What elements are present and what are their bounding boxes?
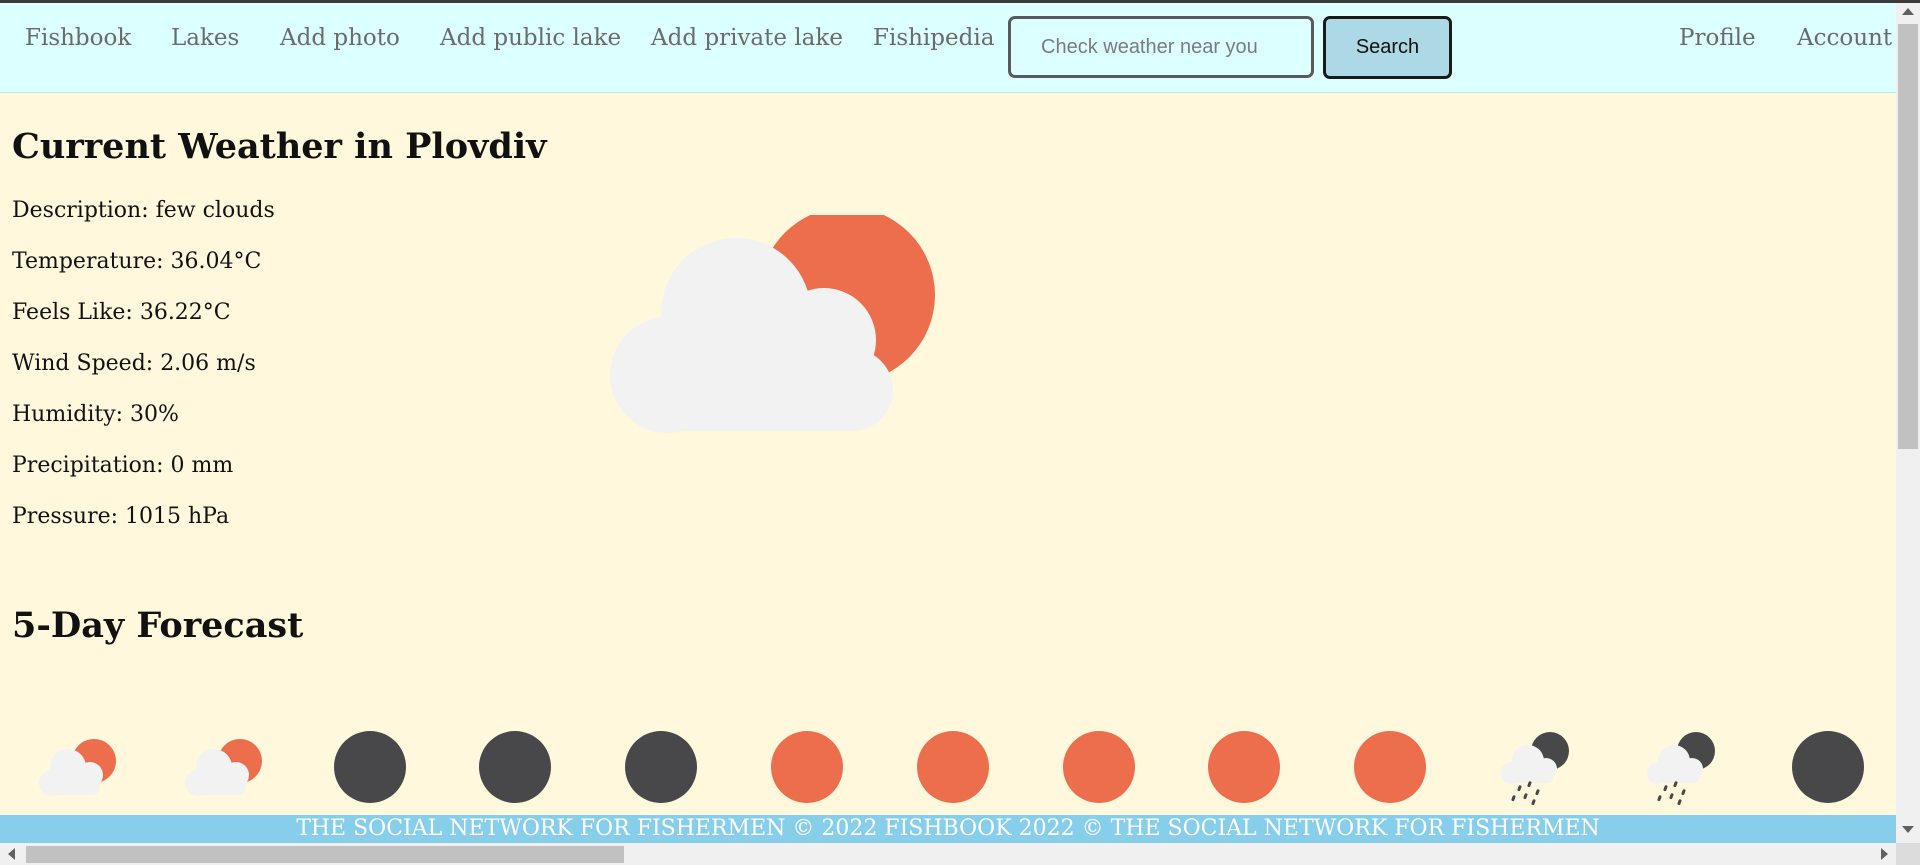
weather-search-input[interactable] xyxy=(1008,16,1314,78)
search-button[interactable]: Search xyxy=(1323,16,1452,79)
clear-day-icon xyxy=(771,731,843,803)
clear-day-icon xyxy=(1063,731,1135,803)
nav-link-fishbook[interactable]: Fishbook xyxy=(25,25,131,51)
clear-day-icon xyxy=(1208,731,1280,803)
weather-precipitation: Precipitation: 0 mm xyxy=(12,453,234,478)
weather-pressure: Pressure: 1015 hPa xyxy=(12,504,230,529)
nav-link-fishipedia[interactable]: Fishipedia xyxy=(873,25,994,51)
few-clouds-day-icon xyxy=(610,215,935,433)
clear-night-icon xyxy=(1792,731,1864,803)
few-clouds-day-icon xyxy=(185,739,262,796)
nav-link-add-private-lake[interactable]: Add private lake xyxy=(651,25,843,51)
clear-day-icon xyxy=(917,731,989,803)
weather-description: Description: few clouds xyxy=(12,198,275,223)
nav-link-lakes[interactable]: Lakes xyxy=(171,25,239,51)
weather-temperature: Temperature: 36.04°C xyxy=(12,249,262,274)
scroll-down-arrow-icon[interactable] xyxy=(1902,826,1914,833)
vertical-scroll-thumb[interactable] xyxy=(1898,24,1918,449)
scrollbar-corner xyxy=(1896,843,1920,865)
scroll-left-arrow-icon[interactable] xyxy=(8,848,15,860)
scroll-right-arrow-icon[interactable] xyxy=(1881,848,1888,860)
clear-night-icon xyxy=(334,731,406,803)
clear-night-icon xyxy=(625,731,697,803)
scroll-up-arrow-icon[interactable] xyxy=(1902,8,1914,15)
rain-night-icon xyxy=(1647,732,1715,806)
few-clouds-day-icon xyxy=(39,739,116,796)
nav-link-profile[interactable]: Profile xyxy=(1679,25,1756,51)
nav-link-account[interactable]: Account xyxy=(1797,25,1892,51)
top-navbar: Fishbook Lakes Add photo Add public lake… xyxy=(0,3,1896,93)
clear-night-icon xyxy=(479,731,551,803)
weather-humidity: Humidity: 30% xyxy=(12,402,179,427)
weather-feels-like: Feels Like: 36.22°C xyxy=(12,300,231,325)
weather-wind-speed: Wind Speed: 2.06 m/s xyxy=(12,351,256,376)
nav-link-add-public-lake[interactable]: Add public lake xyxy=(440,25,621,51)
forecast-title: 5-Day Forecast xyxy=(12,605,304,646)
footer-banner: THE SOCIAL NETWORK FOR FISHERMEN © 2022 … xyxy=(0,815,1896,843)
rain-night-icon xyxy=(1501,732,1569,806)
horizontal-scroll-thumb[interactable] xyxy=(26,846,624,863)
nav-link-add-photo[interactable]: Add photo xyxy=(280,25,400,51)
clear-day-icon xyxy=(1354,731,1426,803)
current-weather-title: Current Weather in Plovdiv xyxy=(12,126,547,167)
